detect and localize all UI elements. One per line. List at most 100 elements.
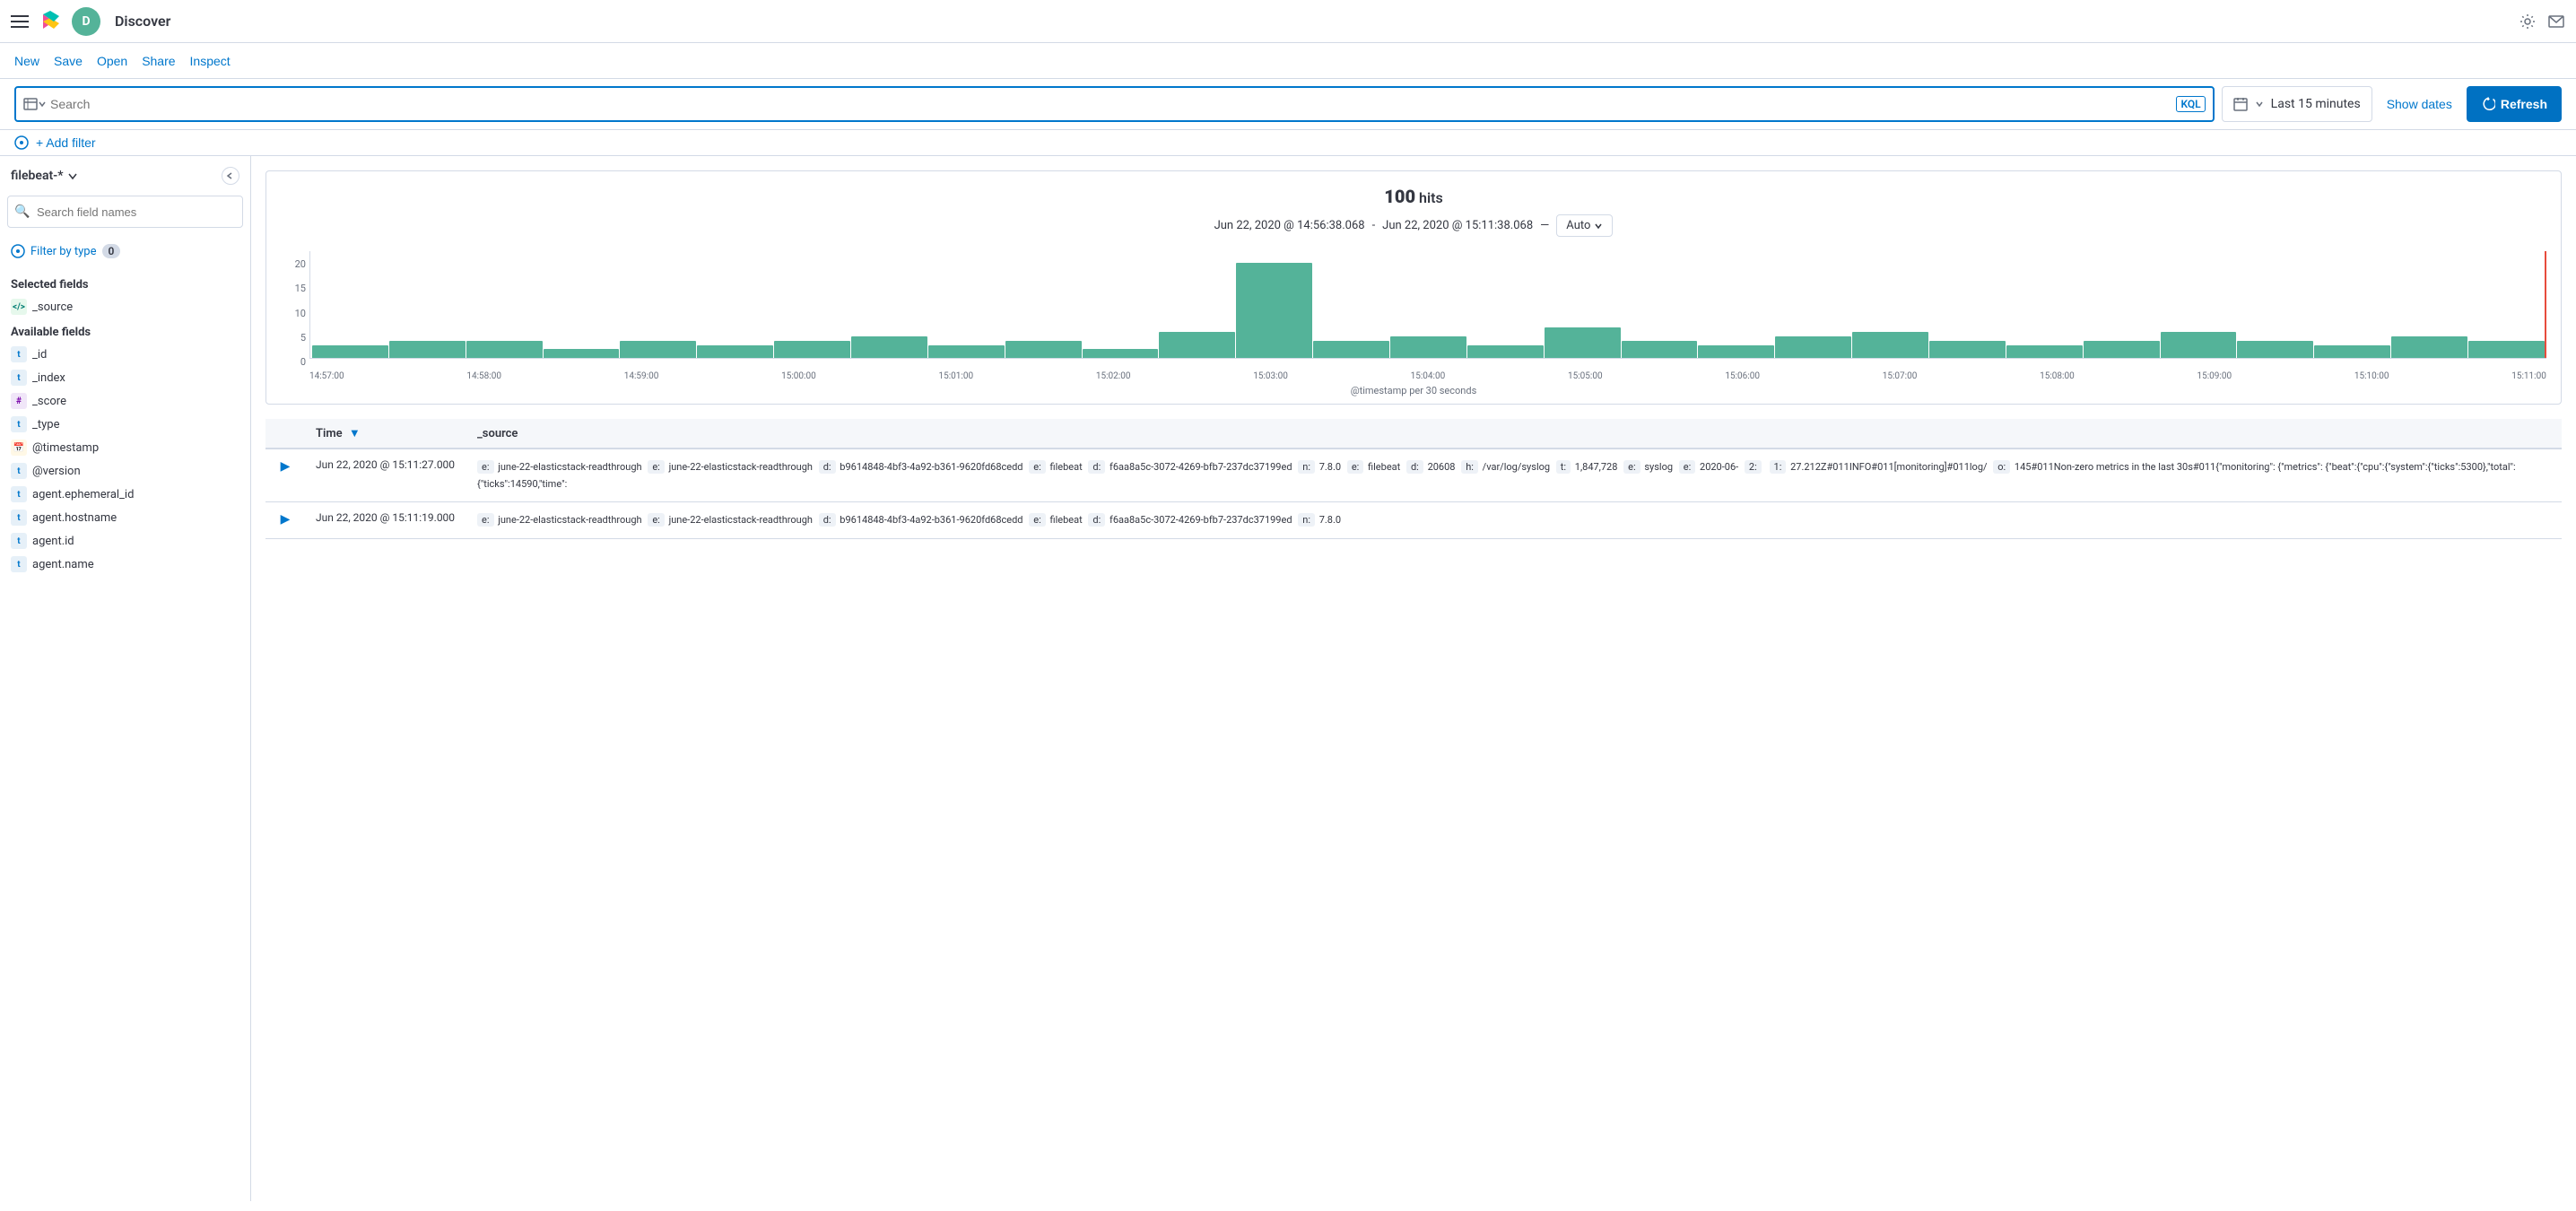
- available-field-item[interactable]: t_id: [7, 343, 243, 366]
- field-value: 1,847,728: [1572, 461, 1620, 473]
- field-type-icon: t: [11, 346, 27, 362]
- field-type-icon: #: [11, 393, 27, 409]
- field-type-icon: t: [11, 463, 27, 479]
- kibana-logo: [36, 7, 65, 36]
- auto-interval-select[interactable]: Auto: [1556, 214, 1613, 237]
- field-tag: o:: [1993, 460, 2010, 474]
- chart-container: 100 hits Jun 22, 2020 @ 14:56:38.068 - J…: [265, 170, 2562, 405]
- new-button[interactable]: New: [14, 50, 39, 72]
- filter-by-type[interactable]: Filter by type 0: [7, 239, 243, 264]
- field-tag: e:: [1347, 460, 1364, 474]
- chart-bar: [1236, 263, 1312, 358]
- chart-bar: [928, 345, 1005, 358]
- field-type-icon: t: [11, 556, 27, 572]
- sort-arrow: ▼: [349, 427, 361, 440]
- field-tag: e:: [648, 460, 665, 474]
- time-filter[interactable]: Last 15 minutes: [2222, 86, 2372, 122]
- x-axis-label: 15:10:00: [2354, 371, 2389, 381]
- date-range-end: Jun 22, 2020 @ 15:11:38.068: [1382, 219, 1533, 232]
- settings-icon[interactable]: [2519, 13, 2537, 30]
- available-field-item[interactable]: t_index: [7, 366, 243, 389]
- field-type-icon: t: [11, 416, 27, 432]
- time-cell: Jun 22, 2020 @ 15:11:27.000: [305, 449, 466, 502]
- show-dates-button[interactable]: Show dates: [2380, 97, 2459, 111]
- expand-row-button[interactable]: ▶: [276, 511, 294, 527]
- time-range-label: Last 15 minutes: [2271, 97, 2361, 111]
- search-bar: KQL Last 15 minutes Show dates Refresh: [0, 79, 2576, 130]
- refresh-icon: [2481, 97, 2495, 111]
- field-tag: e:: [1029, 460, 1046, 474]
- available-field-item[interactable]: t _type: [7, 413, 243, 436]
- chart-bar: [851, 336, 927, 358]
- save-button[interactable]: Save: [54, 50, 83, 72]
- top-bar-right-icons: [2519, 13, 2565, 30]
- available-field-item[interactable]: tagent.hostname: [7, 506, 243, 529]
- refresh-button[interactable]: Refresh: [2467, 86, 2562, 122]
- available-field-item[interactable]: tagent.id: [7, 529, 243, 553]
- available-field-item[interactable]: 📅@timestamp: [7, 436, 243, 459]
- search-fields-input[interactable]: [7, 196, 243, 228]
- field-name-label: @version: [32, 465, 81, 478]
- available-fields-title: Available fields: [7, 318, 243, 343]
- chart-bar: [1852, 332, 1928, 358]
- sidebar: filebeat-* 🔍 Filter by type 0 S: [0, 156, 251, 1201]
- field-name-label: _source: [32, 301, 73, 314]
- filter-type-icon: [11, 244, 25, 258]
- chart-bar: [620, 341, 696, 358]
- user-avatar[interactable]: D: [72, 7, 100, 36]
- auto-label: Auto: [1566, 219, 1590, 232]
- date-range: Jun 22, 2020 @ 14:56:38.068 - Jun 22, 20…: [281, 214, 2546, 237]
- chart-bars: [309, 251, 2546, 359]
- kql-badge[interactable]: KQL: [2176, 96, 2205, 112]
- field-tag: t:: [1556, 460, 1571, 474]
- expand-row-button[interactable]: ▶: [276, 458, 294, 474]
- x-axis-label: 15:01:00: [939, 371, 974, 381]
- source-column-header: _source: [466, 419, 2562, 449]
- available-field-item[interactable]: #_score: [7, 389, 243, 413]
- field-value: f6aa8a5c-3072-4269-bfb7-237dc37199ed: [1107, 461, 1294, 473]
- available-field-item[interactable]: tagent.name: [7, 553, 243, 576]
- field-tag: d:: [1088, 513, 1105, 527]
- chart-bar: [1005, 341, 1082, 358]
- collapse-sidebar-button[interactable]: [222, 167, 239, 185]
- chevron-down-icon: [1594, 222, 1603, 231]
- action-bar: New Save Open Share Inspect: [0, 43, 2576, 79]
- available-field-item[interactable]: t @version: [7, 459, 243, 483]
- chart-bar: [2314, 345, 2390, 358]
- results-tbody: ▶Jun 22, 2020 @ 15:11:27.000e: june-22-e…: [265, 449, 2562, 538]
- mail-icon[interactable]: [2547, 13, 2565, 30]
- index-pattern-selector[interactable]: filebeat-*: [11, 169, 78, 183]
- time-column-header[interactable]: Time ▼: [305, 419, 466, 449]
- field-type-icon: 📅: [11, 440, 27, 456]
- field-tag: d:: [1406, 460, 1423, 474]
- search-input[interactable]: [50, 97, 2172, 111]
- field-tag: e:: [1029, 513, 1046, 527]
- chart-bar: [1083, 349, 1159, 358]
- table-row: ▶Jun 22, 2020 @ 15:11:19.000e: june-22-e…: [265, 502, 2562, 538]
- field-value: 20608: [1425, 461, 1458, 473]
- available-field-item[interactable]: tagent.ephemeral_id: [7, 483, 243, 506]
- chart-bar: [1622, 341, 1698, 358]
- add-filter-button[interactable]: + Add filter: [36, 135, 96, 150]
- search-container: KQL: [14, 86, 2215, 122]
- share-button[interactable]: Share: [142, 50, 175, 72]
- chart-bar: [1545, 327, 1621, 358]
- open-button[interactable]: Open: [97, 50, 127, 72]
- field-value: syslog: [1642, 461, 1675, 473]
- x-axis-label: 15:08:00: [2040, 371, 2075, 381]
- date-range-start: Jun 22, 2020 @ 14:56:38.068: [1214, 219, 1365, 232]
- chart-bar: [1929, 341, 2006, 358]
- field-tag: d:: [1088, 460, 1105, 474]
- index-pattern-label: filebeat-*: [11, 169, 64, 183]
- filter-options-button[interactable]: [14, 135, 29, 150]
- x-axis-label: 15:09:00: [2197, 371, 2232, 381]
- x-axis-label: 14:59:00: [624, 371, 659, 381]
- hamburger-menu[interactable]: [11, 13, 29, 30]
- index-pattern-button[interactable]: [23, 97, 47, 111]
- search-fields-icon: 🔍: [14, 205, 30, 219]
- hits-count: 100: [1384, 186, 1415, 207]
- filter-by-type-label: Filter by type: [30, 245, 97, 258]
- field-name-label: _type: [32, 418, 59, 431]
- selected-field-item[interactable]: </>_source: [7, 295, 243, 318]
- inspect-button[interactable]: Inspect: [190, 50, 231, 72]
